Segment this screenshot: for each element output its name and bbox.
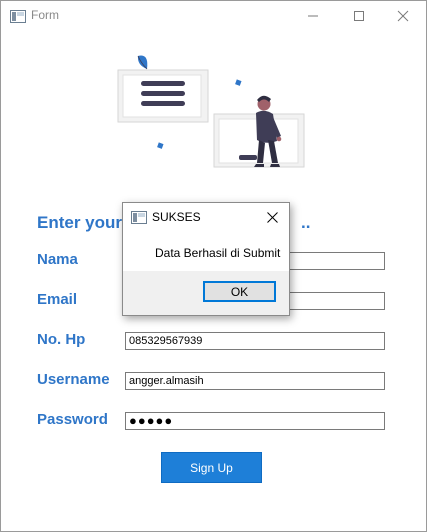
form-heading-tail: .. (301, 213, 311, 232)
no-hp-label: No. Hp (37, 331, 86, 348)
username-input[interactable]: angger.almasih (125, 372, 385, 390)
dialog-app-icon (131, 211, 147, 224)
close-icon (266, 211, 278, 223)
maximize-button[interactable] (336, 1, 382, 31)
minimize-icon (308, 15, 318, 17)
username-label: Username (37, 371, 110, 388)
dialog-title: SUKSES (152, 210, 201, 224)
sign-up-button[interactable]: Sign Up (161, 452, 262, 483)
ok-button[interactable]: OK (203, 281, 276, 302)
dialog-message: Data Berhasil di Submit (155, 246, 281, 260)
form-heading: Enter your (37, 213, 123, 232)
form-app-icon (10, 10, 26, 23)
main-window: Form Enter your .. Nama Email No. Hp 085… (0, 0, 427, 532)
email-label: Email (37, 291, 78, 308)
window-title: Form (31, 8, 59, 22)
maximize-icon (354, 11, 364, 21)
minimize-button[interactable] (290, 1, 336, 31)
password-label: Password (37, 411, 108, 428)
title-bar[interactable]: Form (1, 1, 426, 31)
dialog-close-button[interactable] (264, 209, 280, 225)
close-button[interactable] (380, 1, 426, 31)
no-hp-input[interactable]: 085329567939 (125, 332, 385, 350)
dialog-body: SUKSES Data Berhasil di Submit (123, 203, 289, 271)
close-icon (397, 10, 409, 22)
signup-illustration (117, 55, 305, 168)
password-input[interactable]: ●●●●● (125, 412, 385, 430)
nama-label: Nama (37, 251, 78, 268)
success-dialog: SUKSES Data Berhasil di Submit OK (122, 202, 290, 316)
